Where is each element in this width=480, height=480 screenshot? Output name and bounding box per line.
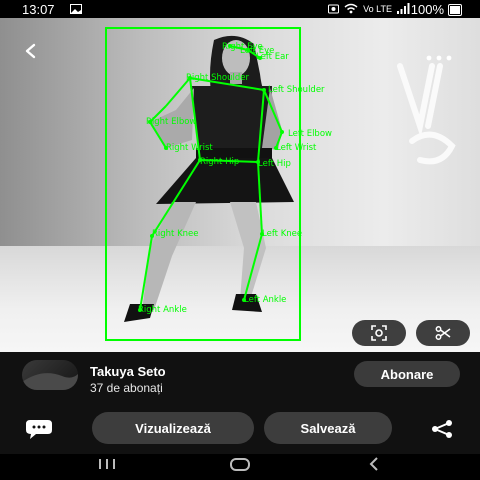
label-right-elbow: Right Elbow xyxy=(146,117,196,127)
label-left-knee: Left Knee xyxy=(262,229,302,239)
pose-estimation-overlay: Right Eye Left Eye Left Ear Right Should… xyxy=(105,27,332,341)
visual-search-button[interactable] xyxy=(352,320,406,346)
label-left-ear: Left Ear xyxy=(256,52,289,62)
gallery-notification-icon xyxy=(70,4,82,14)
battery-icon xyxy=(448,4,462,16)
battery-level: 100% xyxy=(410,2,444,17)
visual-search-icon xyxy=(371,325,387,341)
back-nav-button[interactable] xyxy=(366,456,382,477)
label-left-shoulder: Left Shoulder xyxy=(268,85,325,95)
more-options-button[interactable] xyxy=(426,42,452,68)
pin-image[interactable]: Right Eye Left Eye Left Ear Right Should… xyxy=(0,18,480,352)
label-right-hip: Right Hip xyxy=(200,157,239,167)
signal-icon xyxy=(397,3,410,14)
back-arrow-icon xyxy=(25,43,36,59)
screenshot-icon xyxy=(328,4,340,14)
label-right-shoulder: Right Shoulder xyxy=(186,73,249,83)
system-icons: Vo LTE xyxy=(328,3,410,14)
scissors-icon xyxy=(435,326,451,340)
save-button[interactable]: Salvează xyxy=(264,412,392,444)
creator-name[interactable]: Takuya Seto xyxy=(90,364,166,379)
wifi-icon xyxy=(344,3,358,14)
back-button[interactable] xyxy=(22,40,52,64)
label-right-knee: Right Knee xyxy=(152,229,199,239)
network-type: Vo LTE xyxy=(363,3,392,14)
comment-button[interactable] xyxy=(24,418,54,445)
label-left-hip: Left Hip xyxy=(258,159,291,169)
home-button[interactable] xyxy=(228,456,252,477)
comment-icon xyxy=(26,420,52,439)
share-button[interactable] xyxy=(430,419,454,444)
subscriber-count: 37 de abonați xyxy=(90,381,163,395)
more-options-icon xyxy=(426,55,452,61)
label-right-ankle: Right Ankle xyxy=(138,305,187,315)
status-bar: 13:07 Vo LTE 100% xyxy=(0,0,480,18)
back-nav-icon xyxy=(369,457,378,471)
label-left-elbow: Left Elbow xyxy=(288,129,332,139)
creator-profile: Takuya Seto 37 de abonați Abonare xyxy=(0,352,480,400)
view-button[interactable]: Vizualizează xyxy=(92,412,254,444)
home-icon xyxy=(230,458,250,471)
action-bar: Vizualizează Salvează xyxy=(0,400,480,454)
share-icon xyxy=(432,420,452,438)
avatar-image xyxy=(22,373,78,390)
notification-icons xyxy=(70,4,82,14)
subscribe-button[interactable]: Abonare xyxy=(354,361,460,387)
status-time: 13:07 xyxy=(22,2,55,17)
recent-apps-icon xyxy=(99,459,115,469)
keypoint-left-elbow xyxy=(280,130,284,134)
keypoint-left-shoulder xyxy=(262,88,266,92)
label-left-ankle: Left Ankle xyxy=(244,295,286,305)
cut-out-button[interactable] xyxy=(416,320,470,346)
label-left-wrist: Left Wrist xyxy=(276,143,317,153)
label-right-wrist: Right Wrist xyxy=(166,143,213,153)
system-navigation-bar xyxy=(0,454,480,480)
avatar[interactable] xyxy=(22,360,78,390)
recent-apps-button[interactable] xyxy=(96,456,118,477)
